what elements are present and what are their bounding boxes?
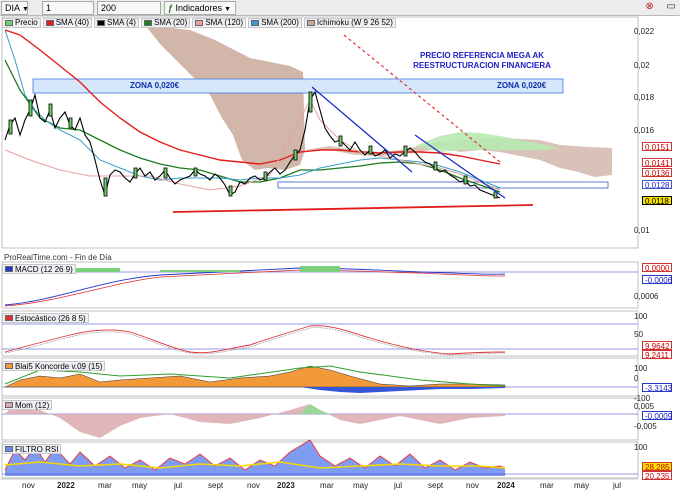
legend-sma4-label: SMA (4) bbox=[107, 18, 136, 27]
chart-canvas bbox=[0, 16, 639, 480]
x-tick: nov bbox=[22, 481, 35, 490]
legend-ichimoku[interactable]: Ichimoku (W 9 26 52) bbox=[303, 17, 396, 28]
zone-left-label: ZONA 0,020€ bbox=[130, 81, 180, 90]
legend-sma200-label: SMA (200) bbox=[261, 18, 299, 27]
mom-tick: 0,005 bbox=[634, 402, 655, 411]
legend-ichimoku-label: Ichimoku (W 9 26 52) bbox=[316, 18, 393, 27]
zone-020-rect bbox=[32, 78, 564, 94]
zone-right-label: ZONA 0,020€ bbox=[497, 81, 547, 90]
stoch-value-box: 9,2411 bbox=[642, 350, 672, 360]
legend-sma40-label: SMA (40) bbox=[55, 18, 90, 27]
x-tick: jul bbox=[613, 481, 622, 490]
macd-value-box: -0,0006 bbox=[642, 275, 672, 285]
price-box-sma: 0,0141 bbox=[642, 158, 672, 168]
legend-sma200[interactable]: SMA (200) bbox=[248, 17, 302, 28]
annotation-line2: REESTRUCTURACION FINANCIERA bbox=[413, 61, 551, 70]
macd-value-box: 0,0000 bbox=[642, 263, 672, 273]
blai5-tick: 0 bbox=[634, 374, 639, 383]
blai5-tick: 100 bbox=[634, 364, 648, 373]
legend-sma4[interactable]: SMA (4) bbox=[94, 17, 139, 28]
annotation-line1: PRECIO REFERENCIA MEGA AK bbox=[419, 51, 544, 60]
rsi-title-label: FILTRO RSI bbox=[15, 444, 59, 454]
mom-value-box: -0,0009 bbox=[642, 411, 672, 421]
data-source-label: ProRealTime.com - Fin de Día bbox=[4, 253, 112, 262]
x-tick: may bbox=[353, 481, 369, 490]
rsi-swatch-icon bbox=[5, 446, 13, 452]
y-tick: 0,018 bbox=[634, 93, 655, 102]
blai5-swatch-icon bbox=[5, 363, 13, 369]
stoch-title: Estocástico (26 8 5) bbox=[2, 313, 89, 323]
x-tick: nov bbox=[466, 481, 479, 490]
rsi-value-box: 20,235 bbox=[642, 471, 672, 481]
sma40-swatch-icon bbox=[45, 19, 54, 26]
rsi-title: FILTRO RSI bbox=[2, 444, 62, 454]
blai5-title-label: Blai5 Koncorde v.09 (15) bbox=[15, 361, 103, 371]
price-swatch-icon bbox=[5, 19, 13, 26]
x-tick: sept bbox=[208, 481, 224, 490]
price-box-last: 0,0118 bbox=[642, 196, 672, 206]
legend-price[interactable]: Precio bbox=[2, 17, 41, 28]
x-tick: jul bbox=[394, 481, 403, 490]
macd-tick: 0,0006 bbox=[634, 292, 659, 301]
y-tick: 0,016 bbox=[634, 126, 655, 135]
x-tick: nov bbox=[247, 481, 260, 490]
mom-title-label: Mom (12) bbox=[15, 400, 50, 410]
stoch-swatch-icon bbox=[5, 315, 13, 321]
mom-swatch-icon bbox=[5, 402, 13, 408]
x-tick: jul bbox=[174, 481, 183, 490]
price-box-zone: 0,0128 bbox=[642, 180, 672, 190]
stoch-value-box: 9,9642 bbox=[642, 341, 672, 351]
sma20-swatch-icon bbox=[143, 19, 152, 26]
x-tick: may bbox=[132, 481, 148, 490]
y-tick: 0,01 bbox=[634, 226, 650, 235]
rsi-tick: 100 bbox=[634, 443, 648, 452]
ichimoku-swatch-icon bbox=[306, 19, 315, 26]
price-box-sma: 0,0136 bbox=[642, 168, 672, 178]
legend-price-label: Precio bbox=[15, 18, 38, 27]
blai5-title: Blai5 Koncorde v.09 (15) bbox=[2, 361, 106, 371]
macd-swatch-icon bbox=[5, 266, 13, 272]
stoch-title-label: Estocástico (26 8 5) bbox=[15, 313, 86, 323]
legend-sma120[interactable]: SMA (120) bbox=[192, 17, 247, 28]
rsi-value-box: 28,285 bbox=[642, 462, 672, 472]
legend-sma20[interactable]: SMA (20) bbox=[140, 17, 191, 28]
x-tick: 2024 bbox=[497, 481, 515, 490]
blai5-value-box: -3,3143 bbox=[642, 383, 672, 393]
x-tick: sept bbox=[428, 481, 444, 490]
macd-title: MACD (12 26 9) bbox=[2, 264, 76, 274]
x-tick: may bbox=[574, 481, 590, 490]
sma200-swatch-icon bbox=[251, 19, 260, 26]
stoch-tick: 50 bbox=[634, 330, 643, 339]
mom-title: Mom (12) bbox=[2, 400, 53, 410]
x-tick: 2023 bbox=[277, 481, 295, 490]
x-tick: 2022 bbox=[57, 481, 75, 490]
price-box-sma: 0,0151 bbox=[642, 142, 672, 152]
sma120-swatch-icon bbox=[195, 19, 204, 26]
reference-annotation: PRECIO REFERENCIA MEGA AK REESTRUCTURACI… bbox=[402, 51, 562, 71]
sma4-swatch-icon bbox=[97, 19, 106, 26]
main-legend: Precio SMA (40) SMA (4) SMA (20) SMA (12… bbox=[2, 17, 397, 28]
y-tick: 0,02 bbox=[634, 61, 650, 70]
x-tick: mar bbox=[540, 481, 554, 490]
y-tick: 0,022 bbox=[634, 27, 655, 36]
macd-title-label: MACD (12 26 9) bbox=[15, 264, 73, 274]
legend-sma120-label: SMA (120) bbox=[205, 18, 244, 27]
mom-tick: -0,005 bbox=[634, 422, 657, 431]
stoch-tick: 100 bbox=[634, 312, 648, 321]
x-tick: mar bbox=[320, 481, 334, 490]
legend-sma40[interactable]: SMA (40) bbox=[42, 17, 93, 28]
x-tick: mar bbox=[98, 481, 112, 490]
legend-sma20-label: SMA (20) bbox=[153, 18, 188, 27]
